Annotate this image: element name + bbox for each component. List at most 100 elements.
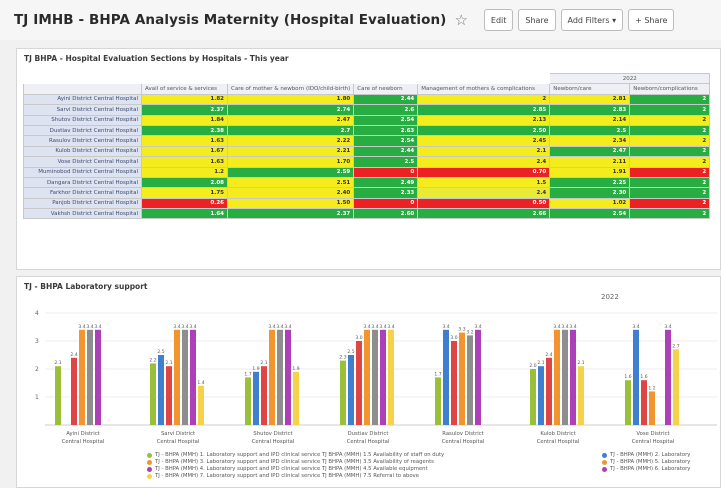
table-cell: 2 [629,124,711,137]
bar [364,329,370,425]
legend-item[interactable]: TJ - BHPA (MMH) 2. Laboratory [602,452,690,458]
bar-data-label: 3.4 [284,324,291,330]
bar-data-label: 3.4 [553,324,560,330]
column-header[interactable]: Avail of service & services [141,83,228,95]
x-tick-label: Central Hospital [252,439,295,445]
y-tick-label: 3 [35,338,39,345]
table-cell: 2.37 [226,208,355,220]
bar-data-label: 1.9 [252,366,259,372]
bar [253,371,259,425]
row-hospital-name: Shutov District Central Hospital [23,114,142,126]
legend-item[interactable]: TJ - BHPA (MMH) 4. Laboratory support an… [147,466,428,472]
table-cell: 2.60 [353,208,419,220]
y-tick-label: 1 [35,394,39,401]
row-hospital-name: Kulob District Central Hospital [23,145,142,158]
legend-label: TJ - BHPA (MMH) 7. Laboratory support an… [155,473,419,479]
panel-title: TJ BHPA - Hospital Evaluation Sections b… [24,54,289,63]
column-header[interactable]: Care of mother & newborn (IDO/child-birt… [226,83,355,95]
table-row: Vakhsh District Central Hospital 1.64 2.37… [23,208,711,220]
table-column-header: Avail of service & services Care of mothe… [23,83,711,95]
bar-data-label: 3.4 [561,324,568,330]
bar [277,329,283,425]
bar-data-label: 3.3 [458,327,465,333]
legend-label: TJ - BHPA (MMH) 6. Laboratory [610,466,691,472]
plus-icon: + [635,15,642,25]
bar-data-label: 1.7 [244,371,251,377]
row-hospital-name: Vose District Central Hospital [23,156,142,168]
x-tick-label: Vose District [636,431,669,437]
bar-data-label: 3.4 [173,324,180,330]
column-header[interactable]: Management of mothers & complications [417,83,551,95]
share-link-button[interactable]: + Share [628,9,675,31]
legend-item[interactable]: TJ - BHPA (MMH) 3. Laboratory support an… [147,459,434,465]
legend-item[interactable]: TJ - BHPA (MMH) 6. Laboratory [602,466,690,472]
bar-data-label: 3.4 [442,324,449,330]
table-cell: 2.40 [226,187,355,199]
column-header[interactable]: Newborn/complications [629,83,711,95]
bar-data-label: 2.4 [545,352,552,358]
x-tick-label: Sarvi District [161,431,195,437]
column-header[interactable]: Newborn/care [549,83,631,95]
table-cell: 2.50 [417,124,551,137]
bar-data-label: 2.1 [165,360,172,366]
table-cell: 2.59 [226,166,355,178]
legend-item[interactable]: TJ - BHPA (MMH) 1. Laboratory support an… [147,452,444,458]
column-header[interactable]: Care of newborn [353,83,419,95]
legend-item[interactable]: TJ - BHPA (MMH) 5. Laboratory [602,459,690,465]
row-hospital-name: Panjob District Central Hospital [23,197,142,210]
x-tick-label: Ayini District [66,431,99,437]
bar-data-label: 3.4 [268,324,275,330]
edit-button[interactable]: Edit [483,9,514,31]
table-cell: 2.13 [417,114,551,126]
legend-label: TJ - BHPA (MMH) 3. Laboratory support an… [155,459,434,465]
bar [380,329,386,425]
legend-dot-icon [147,466,152,472]
bar [79,329,85,425]
hospital-evaluation-panel: TJ BHPA - Hospital Evaluation Sections b… [16,48,721,270]
x-tick-label: Dustiav District [348,431,389,437]
bar-data-label: 3.4 [371,324,378,330]
table-cell: 0 [353,197,419,210]
add-filters-button[interactable]: Add Filters ▾ [560,9,624,31]
bar [158,355,164,425]
table-cell: 2 [629,176,711,189]
legend-item[interactable]: TJ - BHPA (MMH) 7. Laboratory support an… [147,473,419,479]
table-cell: 1.63 [141,135,228,147]
bar-data-label: 3.0 [450,335,457,341]
table-row: Vose District Central Hospital 1.63 1.70 2.… [23,156,711,168]
table-cell: 2.81 [549,93,631,106]
table-cell: 1.67 [141,145,228,158]
table-cell: 2 [629,187,711,199]
table-cell: 2.6 [353,104,419,116]
table-row: Rasulov District Central Hospital 1.63 2.2… [23,135,711,147]
table-row: Kulob District Central Hospital 1.67 2.21 2… [23,145,711,158]
legend-dot-icon [602,466,607,472]
table-cell: 2.14 [549,114,631,126]
bar [530,369,536,425]
bar-data-label: 3.4 [632,324,639,330]
table-cell: 2.11 [549,156,631,168]
chart-title: 2022 [601,293,619,301]
bar [174,329,180,425]
table-cell: 2.22 [226,135,355,147]
bar [665,329,671,425]
star-icon[interactable]: ☆ [454,11,467,29]
bar [95,329,101,425]
bar-data-label: 1.9 [292,366,299,372]
column-header[interactable] [23,83,142,95]
table-cell: 2.5 [353,156,419,168]
legend-label: TJ - BHPA (MMH) 4. Laboratory support an… [155,466,428,472]
bar [245,377,251,425]
share-link-label: Share [644,15,668,25]
table-cell: 2.47 [226,114,355,126]
table-cell: 2.66 [417,208,551,220]
bar-data-label: 3.4 [78,324,85,330]
table-cell: 0 [353,166,419,178]
table-cell: 2 [629,93,711,106]
share-button[interactable]: Share [518,9,556,31]
table-cell: 2 [629,135,711,147]
table-corner [23,72,142,85]
table-row: Muminobod District Central Hospital 1.2 2.… [23,166,711,178]
row-hospital-name: Sarvi District Central Hospital [23,104,142,116]
bar [182,329,188,425]
